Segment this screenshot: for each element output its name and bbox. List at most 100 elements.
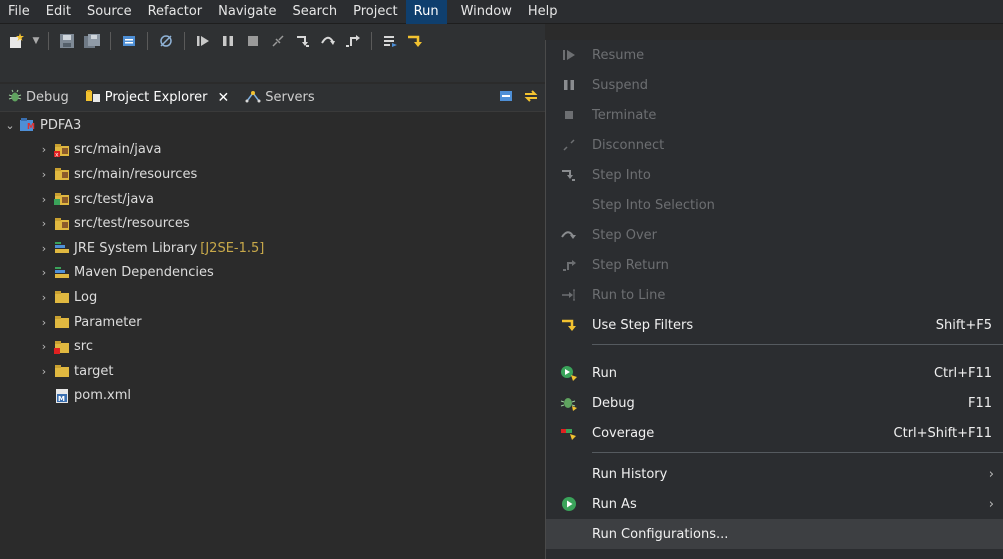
run-menu-run-to-line[interactable]: Run to Line bbox=[546, 280, 1003, 310]
run-menu-run-as[interactable]: Run As › bbox=[546, 489, 1003, 519]
collapse-all-icon[interactable] bbox=[499, 89, 515, 107]
step-return-icon[interactable] bbox=[342, 30, 364, 52]
tree-root[interactable]: ⌄ M PDFA3 bbox=[0, 113, 545, 138]
menu-project[interactable]: Project bbox=[345, 0, 405, 24]
svg-text:M: M bbox=[58, 395, 65, 403]
chevron-right-icon[interactable]: › bbox=[38, 193, 50, 206]
chevron-right-icon[interactable]: › bbox=[38, 340, 50, 353]
chevron-right-icon[interactable]: › bbox=[38, 316, 50, 329]
menu-help[interactable]: Help bbox=[520, 0, 566, 24]
menu-navigate[interactable]: Navigate bbox=[210, 0, 284, 24]
tree-item-label: JRE System Library bbox=[74, 240, 198, 256]
tree-item[interactable]: › Parameter bbox=[0, 310, 545, 335]
resume-icon[interactable] bbox=[192, 30, 214, 52]
chevron-right-icon[interactable]: › bbox=[38, 242, 50, 255]
tree-item-label: Log bbox=[74, 289, 98, 305]
tree-item[interactable]: › src/test/java bbox=[0, 187, 545, 212]
menu-file[interactable]: File bbox=[0, 0, 38, 24]
menu-edit[interactable]: Edit bbox=[38, 0, 79, 24]
close-icon[interactable]: ✕ bbox=[218, 90, 230, 106]
menu-item-label: Run History bbox=[592, 466, 668, 482]
tree-item[interactable]: › src/main/resources bbox=[0, 162, 545, 187]
folder-icon bbox=[52, 289, 72, 305]
chevron-right-icon[interactable]: › bbox=[38, 365, 50, 378]
menu-refactor[interactable]: Refactor bbox=[140, 0, 211, 24]
run-menu-resume[interactable]: Resume bbox=[546, 40, 1003, 70]
menu-item-label: Resume bbox=[592, 47, 645, 63]
new-wizard-icon[interactable] bbox=[6, 30, 28, 52]
tab-project-explorer[interactable]: Project Explorer ✕ bbox=[77, 84, 237, 112]
drop-to-frame-icon[interactable] bbox=[379, 30, 401, 52]
menu-run[interactable]: Run bbox=[405, 0, 447, 24]
menu-item-shortcut: Ctrl+Shift+F11 bbox=[893, 425, 992, 441]
tab-servers[interactable]: Servers bbox=[237, 84, 322, 112]
chevron-right-icon[interactable]: › bbox=[38, 217, 50, 230]
disconnect-icon bbox=[546, 138, 592, 152]
link-with-editor-icon[interactable] bbox=[523, 89, 539, 107]
save-icon[interactable] bbox=[56, 30, 78, 52]
tree-item-label: src/main/resources bbox=[74, 166, 198, 182]
run-menu-debug[interactable]: Debug F11 bbox=[546, 388, 1003, 418]
run-menu-step-over[interactable]: Step Over bbox=[546, 220, 1003, 250]
menu-item-label: Step Return bbox=[592, 257, 669, 273]
menu-window[interactable]: Window bbox=[453, 0, 520, 24]
menu-item-shortcut: F11 bbox=[967, 395, 992, 411]
toolbar-separator bbox=[110, 32, 111, 50]
tree-item[interactable]: › src/test/resources bbox=[0, 211, 545, 236]
svg-text:x: x bbox=[55, 151, 59, 158]
tree-item[interactable]: › target bbox=[0, 359, 545, 384]
run-menu-terminate[interactable]: Terminate bbox=[546, 100, 1003, 130]
chevron-right-icon[interactable]: › bbox=[38, 291, 50, 304]
view-tabs: Debug Project Explorer ✕ Servers bbox=[0, 84, 545, 112]
menu-item-label: Use Step Filters bbox=[592, 317, 694, 333]
chevron-right-icon[interactable]: › bbox=[38, 168, 50, 181]
chevron-down-icon[interactable]: ⌄ bbox=[4, 119, 16, 132]
tab-label: Debug bbox=[26, 90, 69, 105]
tree-item[interactable]: › x src/main/java bbox=[0, 138, 545, 163]
chevron-right-icon[interactable]: › bbox=[38, 143, 50, 156]
terminate-icon[interactable] bbox=[242, 30, 264, 52]
tree-item[interactable]: › Log bbox=[0, 285, 545, 310]
menu-item-label: Coverage bbox=[592, 425, 655, 441]
tree-item[interactable]: › src bbox=[0, 334, 545, 359]
run-menu-dropdown: Resume Suspend Terminate Disconnect Step… bbox=[545, 40, 1003, 559]
run-as-icon bbox=[546, 496, 592, 512]
save-all-icon[interactable] bbox=[81, 30, 103, 52]
menu-source[interactable]: Source bbox=[79, 0, 140, 24]
run-menu-step-into-selection[interactable]: Step Into Selection bbox=[546, 190, 1003, 220]
run-menu-run[interactable]: Run Ctrl+F11 bbox=[546, 358, 1003, 388]
run-menu-step-into[interactable]: Step Into bbox=[546, 160, 1003, 190]
submenu-arrow-icon: › bbox=[988, 496, 994, 512]
toggle-icon[interactable] bbox=[118, 30, 140, 52]
run-menu-step-return[interactable]: Step Return bbox=[546, 250, 1003, 280]
run-menu-suspend[interactable]: Suspend bbox=[546, 70, 1003, 100]
run-menu-coverage[interactable]: Coverage Ctrl+Shift+F11 bbox=[546, 418, 1003, 448]
tree-item[interactable]: › JRE System Library [J2SE-1.5] bbox=[0, 236, 545, 261]
library-icon bbox=[52, 265, 72, 281]
test-source-folder-icon bbox=[52, 191, 72, 207]
step-over-icon[interactable] bbox=[317, 30, 339, 52]
step-into-icon[interactable] bbox=[292, 30, 314, 52]
menu-item-label: Run As bbox=[592, 496, 637, 512]
tab-debug[interactable]: Debug bbox=[0, 84, 77, 112]
tree-item-label: target bbox=[74, 363, 114, 379]
skip-breakpoints-icon[interactable] bbox=[155, 30, 177, 52]
menu-search[interactable]: Search bbox=[284, 0, 345, 24]
menu-item-label: Run Configurations... bbox=[592, 526, 729, 542]
project-tree: ⌄ M PDFA3 › x src/main/java › src/main/r… bbox=[0, 113, 545, 559]
resume-icon bbox=[546, 49, 592, 61]
chevron-right-icon[interactable]: › bbox=[38, 266, 50, 279]
tree-item-label: src/test/resources bbox=[74, 216, 190, 232]
use-step-filters-icon[interactable] bbox=[404, 30, 426, 52]
dropdown-arrow-icon[interactable]: ▼ bbox=[31, 30, 41, 52]
run-menu-run-history[interactable]: Run History › bbox=[546, 459, 1003, 489]
run-menu-disconnect[interactable]: Disconnect bbox=[546, 130, 1003, 160]
run-menu-run-configurations[interactable]: Run Configurations... bbox=[546, 519, 1003, 549]
run-menu-use-step-filters[interactable]: Use Step Filters Shift+F5 bbox=[546, 310, 1003, 340]
tree-item[interactable]: › Maven Dependencies bbox=[0, 261, 545, 286]
disconnect-icon[interactable] bbox=[267, 30, 289, 52]
suspend-icon[interactable] bbox=[217, 30, 239, 52]
tree-item[interactable]: M pom.xml bbox=[0, 384, 545, 409]
maven-project-icon: M bbox=[18, 117, 38, 133]
debug-icon bbox=[546, 394, 592, 412]
